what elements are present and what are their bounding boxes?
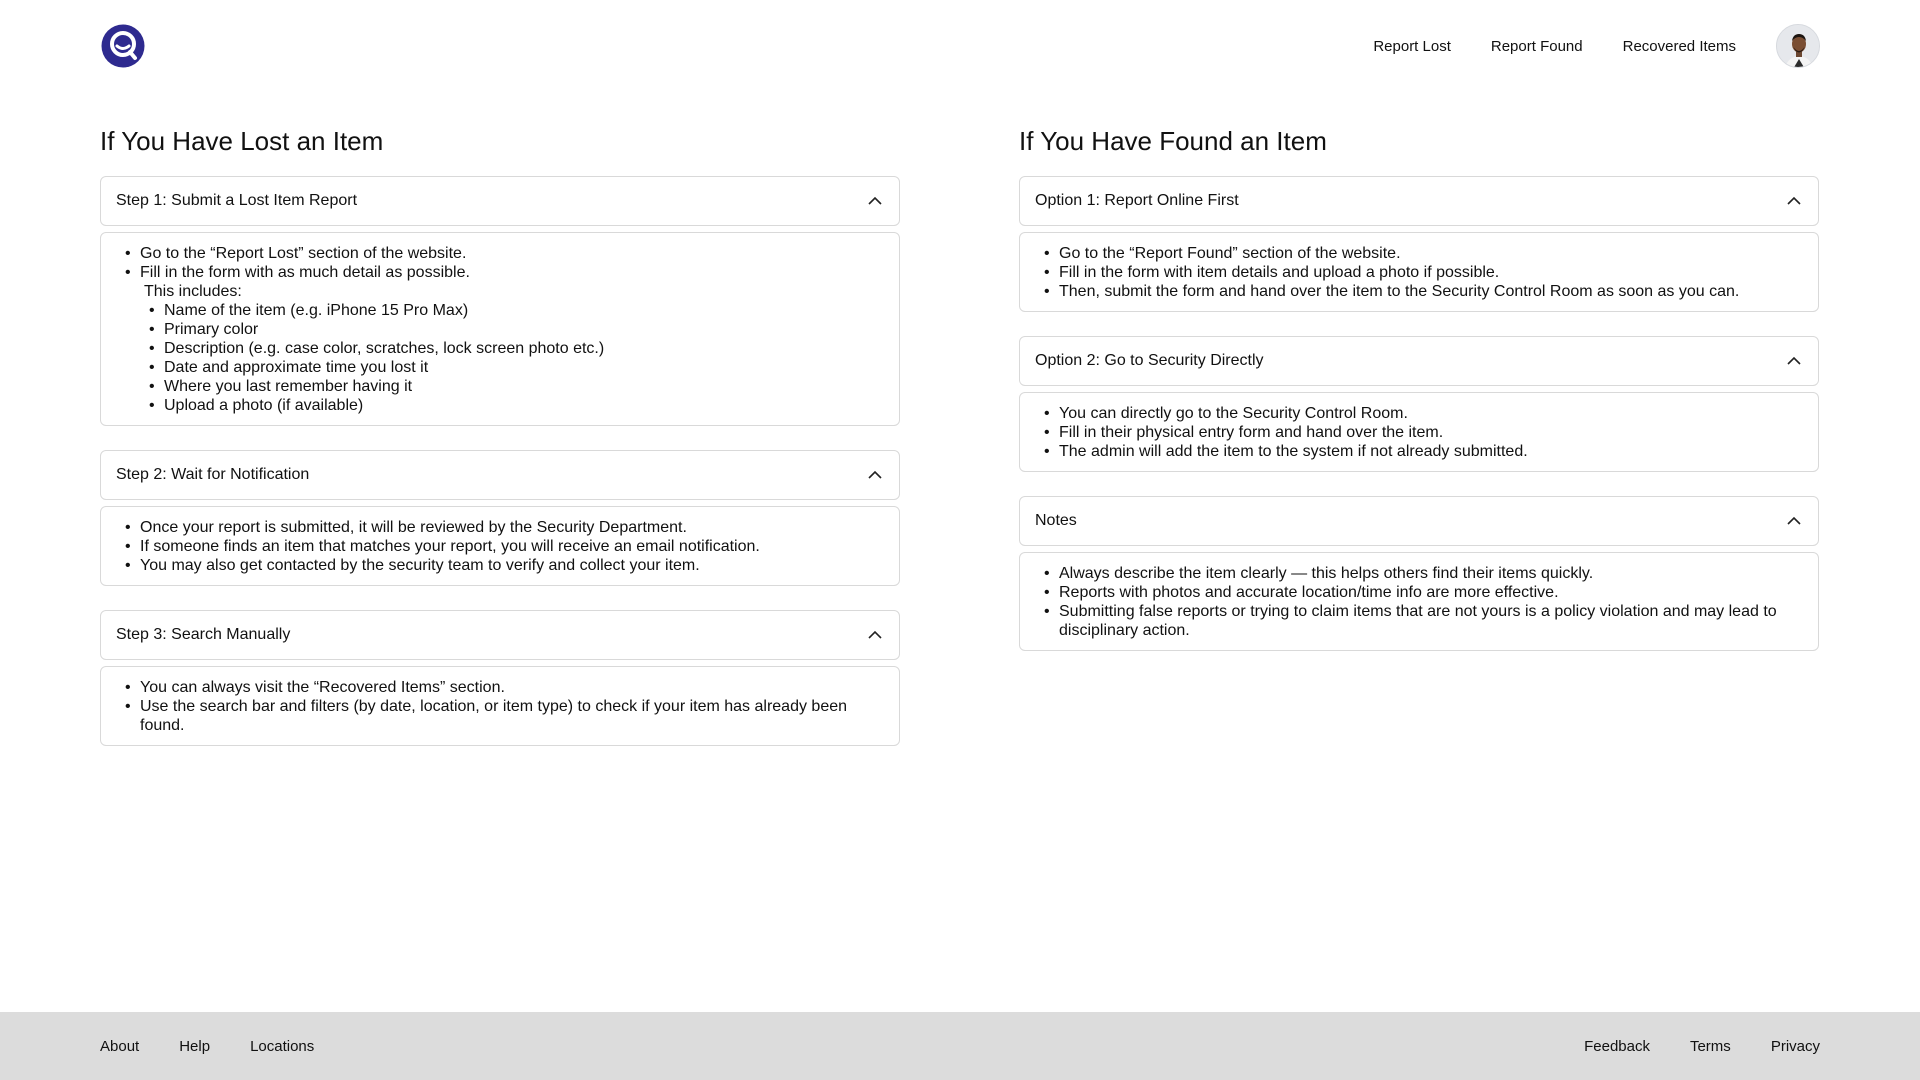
accordion-step-1: Step 1: Submit a Lost Item Report Go to … <box>100 176 900 426</box>
found-item-heading: If You Have Found an Item <box>1019 126 1327 156</box>
sub-list-item: Description (e.g. case color, scratches,… <box>116 339 884 358</box>
list-item: You can directly go to the Security Cont… <box>1035 404 1803 423</box>
accordion-option-2: Option 2: Go to Security Directly You ca… <box>1019 336 1819 472</box>
list-item: Go to the “Report Found” section of the … <box>1035 244 1803 263</box>
sub-list-item: Name of the item (e.g. iPhone 15 Pro Max… <box>116 301 884 320</box>
accordion-header-option-1[interactable]: Option 1: Report Online First <box>1019 176 1819 226</box>
list-item: Then, submit the form and hand over the … <box>1035 282 1803 301</box>
main-nav: Report Lost Report Found Recovered Items <box>1373 24 1820 68</box>
list-item: You may also get contacted by the securi… <box>116 556 884 575</box>
accordion-title: Option 1: Report Online First <box>1035 192 1239 209</box>
footer-link-locations[interactable]: Locations <box>250 1038 314 1055</box>
accordion-body-option-1: Go to the “Report Found” section of the … <box>1019 232 1819 312</box>
accordion-notes: Notes Always describe the item clearly —… <box>1019 496 1819 651</box>
accordion-title: Option 2: Go to Security Directly <box>1035 352 1264 369</box>
accordion-title: Step 3: Search Manually <box>116 626 291 643</box>
accordion-body-notes: Always describe the item clearly — this … <box>1019 552 1819 651</box>
accordion-body-step-1: Go to the “Report Lost” section of the w… <box>100 232 900 426</box>
sub-list-item: Where you last remember having it <box>116 377 884 396</box>
chevron-up-icon[interactable] <box>866 192 884 210</box>
footer-link-help[interactable]: Help <box>179 1038 210 1055</box>
list-item: Always describe the item clearly — this … <box>1035 564 1803 583</box>
sub-list-item: Upload a photo (if available) <box>116 396 884 415</box>
list-item: Once your report is submitted, it will b… <box>116 518 884 537</box>
lost-item-heading: If You Have Lost an Item <box>100 126 384 156</box>
list-item: Reports with photos and accurate locatio… <box>1035 583 1803 602</box>
list-item: You can always visit the “Recovered Item… <box>116 678 884 697</box>
accordion-title: Step 2: Wait for Notification <box>116 466 310 483</box>
accordion-body-step-2: Once your report is submitted, it will b… <box>100 506 900 586</box>
nav-report-found[interactable]: Report Found <box>1491 38 1583 55</box>
accordion-header-notes[interactable]: Notes <box>1019 496 1819 546</box>
accordion-body-step-3: You can always visit the “Recovered Item… <box>100 666 900 746</box>
list-item: Submitting false reports or trying to cl… <box>1035 602 1803 640</box>
list-item: Fill in their physical entry form and ha… <box>1035 423 1803 442</box>
list-item: Go to the “Report Lost” section of the w… <box>116 244 884 263</box>
list-item: Fill in the form with as much detail as … <box>116 263 884 282</box>
accordion-step-2: Step 2: Wait for Notification Once your … <box>100 450 900 586</box>
sub-list-intro: This includes: <box>144 283 242 300</box>
chevron-up-icon[interactable] <box>866 466 884 484</box>
nav-report-lost[interactable]: Report Lost <box>1373 38 1451 55</box>
accordion-title: Step 1: Submit a Lost Item Report <box>116 192 358 209</box>
sub-list-item: Primary color <box>116 320 884 339</box>
chevron-up-icon[interactable] <box>1785 512 1803 530</box>
chevron-up-icon[interactable] <box>866 626 884 644</box>
nav-recovered-items[interactable]: Recovered Items <box>1623 38 1736 55</box>
list-item: Fill in the form with item details and u… <box>1035 263 1803 282</box>
user-avatar-icon[interactable] <box>1776 24 1820 68</box>
site-header: Report Lost Report Found Recovered Items <box>100 22 1820 70</box>
chevron-up-icon[interactable] <box>1785 192 1803 210</box>
accordion-option-1: Option 1: Report Online First Go to the … <box>1019 176 1819 312</box>
accordion-header-option-2[interactable]: Option 2: Go to Security Directly <box>1019 336 1819 386</box>
sub-list-item: Date and approximate time you lost it <box>116 358 884 377</box>
accordion-body-option-2: You can directly go to the Security Cont… <box>1019 392 1819 472</box>
search-logo-icon[interactable] <box>100 23 146 69</box>
site-footer: About Help Locations Feedback Terms Priv… <box>0 1012 1920 1080</box>
footer-link-about[interactable]: About <box>100 1038 139 1055</box>
footer-link-terms[interactable]: Terms <box>1690 1038 1731 1055</box>
accordion-header-step-1[interactable]: Step 1: Submit a Lost Item Report <box>100 176 900 226</box>
chevron-up-icon[interactable] <box>1785 352 1803 370</box>
list-item: Use the search bar and filters (by date,… <box>116 697 884 735</box>
user-avatar-image <box>1777 25 1819 67</box>
footer-link-privacy[interactable]: Privacy <box>1771 1038 1820 1055</box>
list-item: The admin will add the item to the syste… <box>1035 442 1803 461</box>
accordion-step-3: Step 3: Search Manually You can always v… <box>100 610 900 746</box>
accordion-header-step-3[interactable]: Step 3: Search Manually <box>100 610 900 660</box>
footer-links-left: About Help Locations <box>100 1038 354 1055</box>
accordion-header-step-2[interactable]: Step 2: Wait for Notification <box>100 450 900 500</box>
list-item: If someone finds an item that matches yo… <box>116 537 884 556</box>
footer-links-right: Feedback Terms Privacy <box>1544 1038 1820 1055</box>
lost-item-section: If You Have Lost an Item Step 1: Submit … <box>100 124 900 770</box>
found-item-section: If You Have Found an Item Option 1: Repo… <box>1019 124 1819 675</box>
accordion-title: Notes <box>1035 512 1077 529</box>
footer-link-feedback[interactable]: Feedback <box>1584 1038 1650 1055</box>
